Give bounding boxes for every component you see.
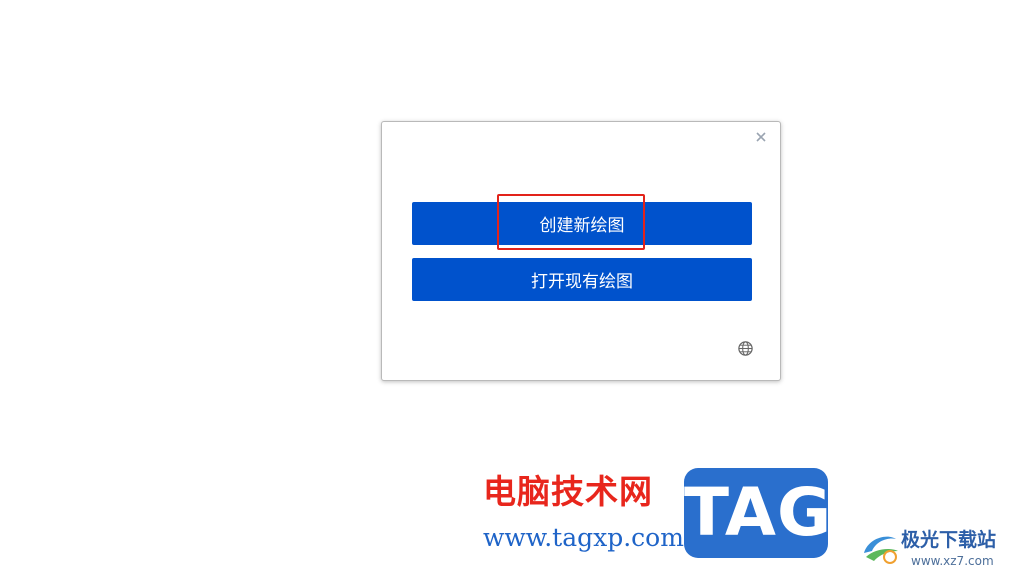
globe-icon[interactable] [737, 340, 754, 357]
create-new-diagram-button[interactable]: 创建新绘图 [412, 202, 752, 245]
start-dialog: 创建新绘图 打开现有绘图 [381, 121, 781, 381]
watermark-site-name: 电脑技术网 [483, 472, 653, 511]
tag-logo: TAG [684, 468, 831, 558]
aurora-logo-icon [864, 536, 898, 564]
open-existing-diagram-button[interactable]: 打开现有绘图 [412, 258, 752, 301]
watermark-brand-url: www.xz7.com [911, 554, 994, 568]
watermark-brand-name: 极光下载站 [901, 529, 997, 551]
close-icon[interactable] [754, 130, 768, 144]
watermark-site-url: www.tagxp.com [483, 523, 684, 552]
